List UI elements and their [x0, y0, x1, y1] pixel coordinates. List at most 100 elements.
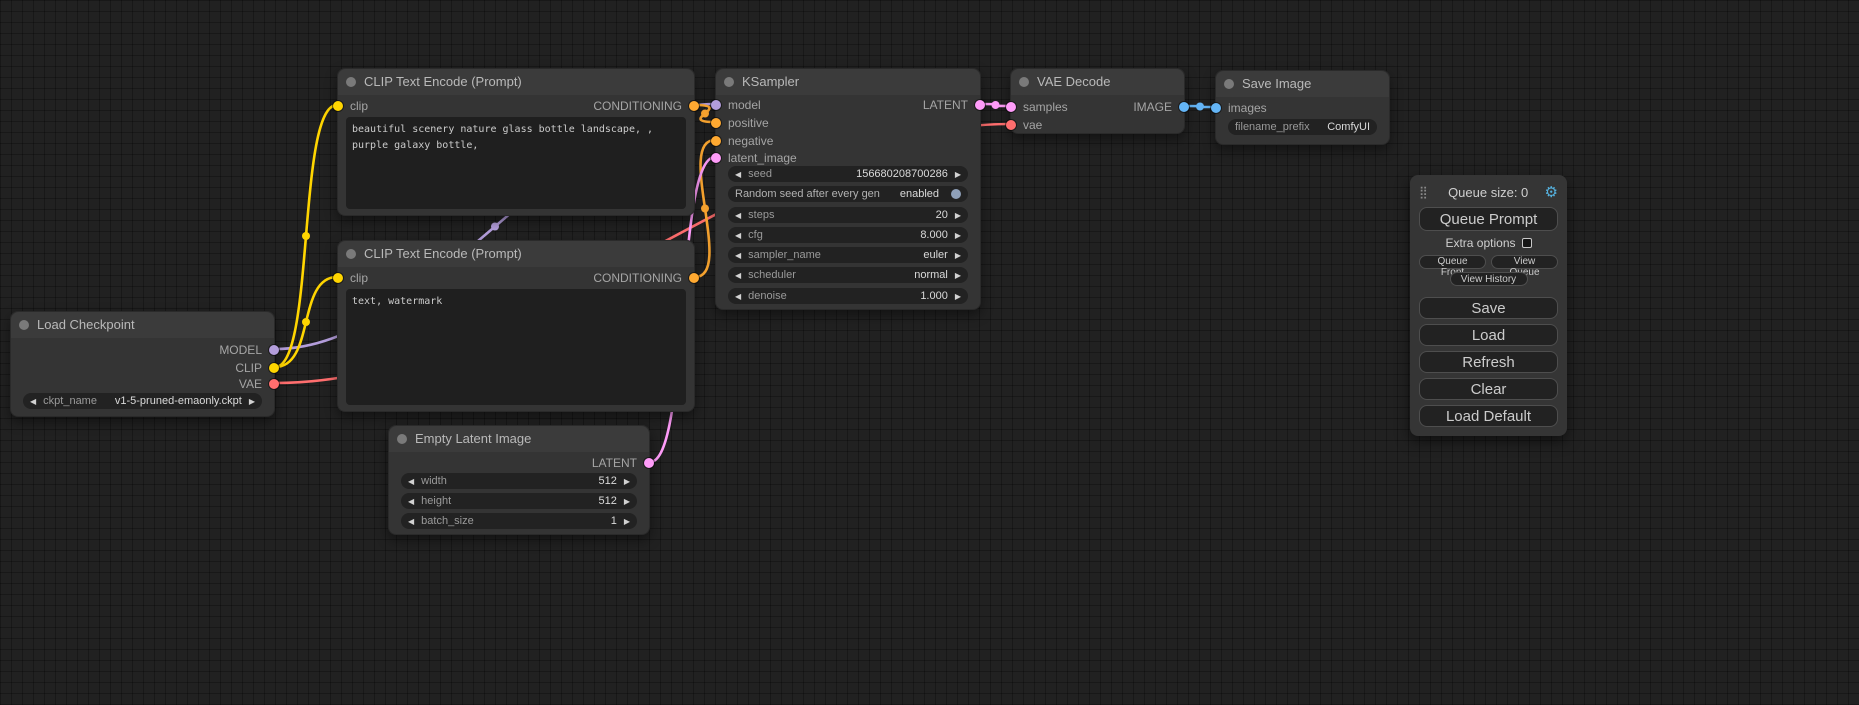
node-vae-decode[interactable]: VAE Decode samples vae IMAGE	[1010, 68, 1185, 134]
filename-prefix-widget[interactable]: filename_prefix ComfyUI	[1228, 119, 1377, 135]
model-output-port[interactable]	[269, 345, 279, 355]
increment-arrow-icon[interactable]: ▶	[955, 231, 961, 240]
steps-widget[interactable]: ◀ steps 20 ▶	[728, 207, 968, 223]
decrement-arrow-icon[interactable]: ◀	[735, 211, 741, 220]
negative-prompt-textarea[interactable]: text, watermark	[346, 289, 686, 405]
node-load-checkpoint-titlebar[interactable]: Load Checkpoint	[11, 312, 274, 338]
view-queue-button[interactable]: View Queue	[1491, 255, 1558, 269]
clear-button[interactable]: Clear	[1419, 378, 1558, 400]
positive-input-port[interactable]	[711, 118, 721, 128]
prev-value-arrow-icon[interactable]: ◀	[30, 397, 36, 406]
input-slot-clip: clip	[333, 271, 368, 285]
slot-label: VAE	[239, 377, 262, 391]
decrement-arrow-icon[interactable]: ◀	[408, 477, 414, 486]
decrement-arrow-icon[interactable]: ◀	[408, 517, 414, 526]
height-widget[interactable]: ◀ height 512 ▶	[401, 493, 637, 509]
queue-prompt-button[interactable]: Queue Prompt	[1419, 207, 1558, 231]
image-output-port[interactable]	[1179, 102, 1189, 112]
cfg-widget[interactable]: ◀ cfg 8.000 ▶	[728, 227, 968, 243]
node-ksampler-titlebar[interactable]: KSampler	[716, 69, 980, 95]
latent-output-port[interactable]	[975, 100, 985, 110]
refresh-button[interactable]: Refresh	[1419, 351, 1558, 373]
images-input-port[interactable]	[1211, 103, 1221, 113]
decrement-arrow-icon[interactable]: ◀	[735, 292, 741, 301]
increment-arrow-icon[interactable]: ▶	[624, 517, 630, 526]
clip-input-port[interactable]	[333, 101, 343, 111]
node-empty-latent-titlebar[interactable]: Empty Latent Image	[389, 426, 649, 452]
prev-value-arrow-icon[interactable]: ◀	[735, 271, 741, 280]
scheduler-widget[interactable]: ◀ scheduler normal ▶	[728, 267, 968, 283]
prev-value-arrow-icon[interactable]: ◀	[735, 251, 741, 260]
conditioning-output-port[interactable]	[689, 273, 699, 283]
latent-image-input-port[interactable]	[711, 153, 721, 163]
settings-gear-icon[interactable]: ⚙	[1545, 183, 1558, 201]
samples-input-port[interactable]	[1006, 102, 1016, 112]
increment-arrow-icon[interactable]: ▶	[955, 211, 961, 220]
ckpt-name-widget[interactable]: ◀ ckpt_name v1-5-pruned-emaonly.ckpt ▶	[23, 393, 262, 409]
node-title-text: Load Checkpoint	[37, 317, 135, 332]
next-value-arrow-icon[interactable]: ▶	[955, 251, 961, 260]
node-title-text: CLIP Text Encode (Prompt)	[364, 74, 522, 89]
collapse-dot-icon[interactable]	[1019, 77, 1029, 87]
toggle-indicator-icon[interactable]	[951, 189, 961, 199]
node-vae-decode-titlebar[interactable]: VAE Decode	[1011, 69, 1184, 95]
node-graph-canvas[interactable]: Load Checkpoint MODEL CLIP VAE ◀ ckpt_na…	[0, 0, 1859, 705]
node-clip-negative-titlebar[interactable]: CLIP Text Encode (Prompt)	[338, 241, 694, 267]
clip-output-port[interactable]	[269, 363, 279, 373]
vae-output-port[interactable]	[269, 379, 279, 389]
increment-arrow-icon[interactable]: ▶	[624, 497, 630, 506]
next-value-arrow-icon[interactable]: ▶	[249, 397, 255, 406]
next-value-arrow-icon[interactable]: ▶	[955, 271, 961, 280]
clip-input-port[interactable]	[333, 273, 343, 283]
node-clip-text-encode-negative[interactable]: CLIP Text Encode (Prompt) clip CONDITION…	[337, 240, 695, 412]
drag-handle-icon[interactable]: ⣿	[1419, 185, 1428, 199]
node-ksampler[interactable]: KSampler model positive negative latent_…	[715, 68, 981, 310]
save-button[interactable]: Save	[1419, 297, 1558, 319]
load-default-button[interactable]: Load Default	[1419, 405, 1558, 427]
queue-actions-row: Queue Front View Queue	[1419, 255, 1558, 269]
collapse-dot-icon[interactable]	[346, 77, 356, 87]
negative-input-port[interactable]	[711, 136, 721, 146]
output-slot-latent: LATENT	[923, 98, 985, 112]
seed-widget[interactable]: ◀ seed 156680208700286 ▶	[728, 166, 968, 182]
node-load-checkpoint[interactable]: Load Checkpoint MODEL CLIP VAE ◀ ckpt_na…	[10, 311, 275, 417]
collapse-dot-icon[interactable]	[19, 320, 29, 330]
decrement-arrow-icon[interactable]: ◀	[735, 170, 741, 179]
node-clip-positive-titlebar[interactable]: CLIP Text Encode (Prompt)	[338, 69, 694, 95]
load-button[interactable]: Load	[1419, 324, 1558, 346]
latent-output-port[interactable]	[644, 458, 654, 468]
collapse-dot-icon[interactable]	[397, 434, 407, 444]
slot-label: positive	[728, 116, 769, 130]
node-save-image-titlebar[interactable]: Save Image	[1216, 71, 1389, 97]
decrement-arrow-icon[interactable]: ◀	[408, 497, 414, 506]
node-clip-text-encode-positive[interactable]: CLIP Text Encode (Prompt) clip CONDITION…	[337, 68, 695, 216]
positive-prompt-textarea[interactable]: beautiful scenery nature glass bottle la…	[346, 117, 686, 209]
node-title-text: KSampler	[742, 74, 799, 89]
batch-size-widget[interactable]: ◀ batch_size 1 ▶	[401, 513, 637, 529]
vae-input-port[interactable]	[1006, 120, 1016, 130]
random-seed-toggle-widget[interactable]: Random seed after every gen enabled	[728, 186, 968, 202]
collapse-dot-icon[interactable]	[724, 77, 734, 87]
node-save-image[interactable]: Save Image images filename_prefix ComfyU…	[1215, 70, 1390, 145]
decrement-arrow-icon[interactable]: ◀	[735, 231, 741, 240]
node-title-text: VAE Decode	[1037, 74, 1110, 89]
increment-arrow-icon[interactable]: ▶	[955, 170, 961, 179]
increment-arrow-icon[interactable]: ▶	[624, 477, 630, 486]
collapse-dot-icon[interactable]	[1224, 79, 1234, 89]
node-empty-latent-image[interactable]: Empty Latent Image LATENT ◀ width 512 ▶ …	[388, 425, 650, 535]
width-widget[interactable]: ◀ width 512 ▶	[401, 473, 637, 489]
denoise-widget[interactable]: ◀ denoise 1.000 ▶	[728, 288, 968, 304]
slot-label: images	[1228, 101, 1267, 115]
slot-label: latent_image	[728, 151, 797, 165]
queue-front-button[interactable]: Queue Front	[1419, 255, 1486, 269]
model-input-port[interactable]	[711, 100, 721, 110]
input-slot-samples: samples	[1006, 100, 1068, 114]
conditioning-output-port[interactable]	[689, 101, 699, 111]
link-midpoint-dot	[701, 205, 709, 213]
view-history-button[interactable]: View History	[1450, 272, 1528, 286]
sampler-name-widget[interactable]: ◀ sampler_name euler ▶	[728, 247, 968, 263]
output-slot-image: IMAGE	[1133, 100, 1189, 114]
extra-options-checkbox[interactable]	[1522, 238, 1532, 248]
collapse-dot-icon[interactable]	[346, 249, 356, 259]
increment-arrow-icon[interactable]: ▶	[955, 292, 961, 301]
